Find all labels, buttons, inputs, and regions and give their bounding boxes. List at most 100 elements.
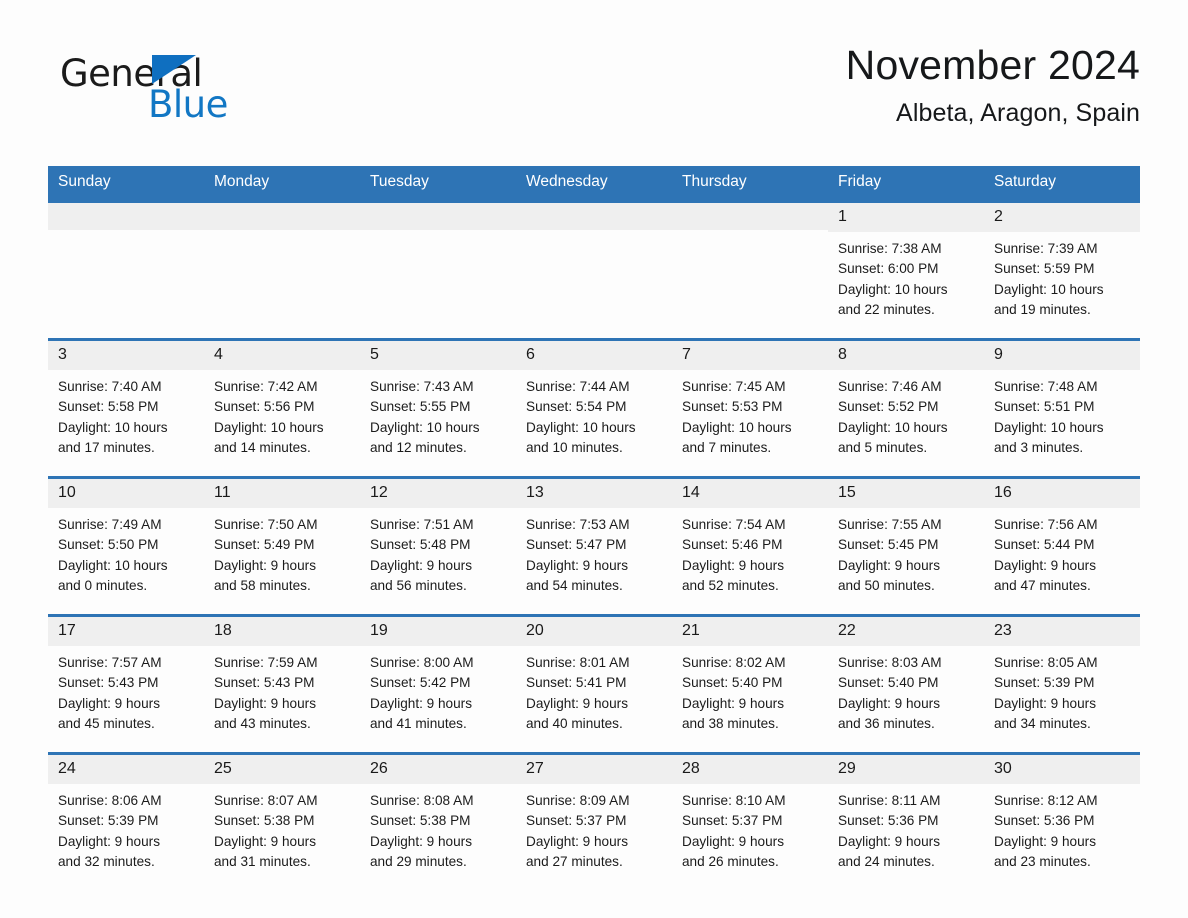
day-details: Sunrise: 7:54 AM Sunset: 5:46 PM Daylight:… — [672, 508, 828, 596]
day-number: 18 — [204, 616, 360, 646]
day-number: 27 — [516, 754, 672, 784]
calendar-day-cell[interactable]: 30 Sunrise: 8:12 AM Sunset: 5:36 PM Dayligh… — [984, 754, 1140, 877]
calendar-day-cell[interactable]: 11 Sunrise: 7:50 AM Sunset: 5:49 PM Dayligh… — [204, 478, 360, 601]
calendar-day-cell[interactable]: 25 Sunrise: 8:07 AM Sunset: 5:38 PM Dayligh… — [204, 754, 360, 877]
day-number: 17 — [48, 616, 204, 646]
calendar-day-cell[interactable]: 5 Sunrise: 7:43 AM Sunset: 5:55 PM Daylight… — [360, 340, 516, 463]
day-details: Sunrise: 7:39 AM Sunset: 5:59 PM Daylight:… — [984, 232, 1140, 320]
day-number: 24 — [48, 754, 204, 784]
day-detail-line: Sunrise: 7:40 AM — [58, 378, 162, 394]
calendar-day-cell[interactable]: 14 Sunrise: 7:54 AM Sunset: 5:46 PM Dayligh… — [672, 478, 828, 601]
calendar-day-cell[interactable]: 8 Sunrise: 7:46 AM Sunset: 5:52 PM Daylight… — [828, 340, 984, 463]
day-number: 1 — [828, 202, 984, 232]
day-detail-line: Sunrise: 8:03 AM — [838, 654, 942, 670]
day-detail-line: Daylight: 9 hours — [370, 695, 473, 711]
general-blue-logo: General Blue — [48, 42, 278, 128]
day-number: 28 — [672, 754, 828, 784]
day-detail-line: Sunrise: 7:56 AM — [994, 516, 1098, 532]
calendar-day-cell[interactable]: 26 Sunrise: 8:08 AM Sunset: 5:38 PM Dayligh… — [360, 754, 516, 877]
day-detail-line: Sunrise: 7:50 AM — [214, 516, 318, 532]
day-number: 14 — [672, 478, 828, 508]
calendar-day-cell[interactable]: 13 Sunrise: 7:53 AM Sunset: 5:47 PM Dayligh… — [516, 478, 672, 601]
day-number — [204, 202, 360, 230]
day-detail-line: Sunrise: 7:48 AM — [994, 378, 1098, 394]
calendar-day-cell[interactable]: 1 Sunrise: 7:38 AM Sunset: 6:00 PM Daylight… — [828, 202, 984, 325]
day-detail-line: Sunrise: 8:00 AM — [370, 654, 474, 670]
day-detail-line: and 31 minutes. — [214, 853, 311, 869]
calendar-day-cell[interactable]: 3 Sunrise: 7:40 AM Sunset: 5:58 PM Daylight… — [48, 340, 204, 463]
calendar-day-cell[interactable]: 22 Sunrise: 8:03 AM Sunset: 5:40 PM Dayligh… — [828, 616, 984, 739]
day-number: 5 — [360, 340, 516, 370]
day-number: 8 — [828, 340, 984, 370]
day-detail-line: and 38 minutes. — [682, 715, 779, 731]
calendar-day-cell[interactable]: 6 Sunrise: 7:44 AM Sunset: 5:54 PM Daylight… — [516, 340, 672, 463]
calendar-day-cell[interactable]: 15 Sunrise: 7:55 AM Sunset: 5:45 PM Dayligh… — [828, 478, 984, 601]
day-details: Sunrise: 7:46 AM Sunset: 5:52 PM Daylight:… — [828, 370, 984, 458]
day-detail-line: Sunrise: 7:44 AM — [526, 378, 630, 394]
day-number: 21 — [672, 616, 828, 646]
day-detail-line: Sunset: 5:38 PM — [214, 813, 315, 829]
page-header: General Blue November 2024 Albeta, Arago… — [48, 0, 1140, 152]
day-detail-line: Sunrise: 7:45 AM — [682, 378, 786, 394]
calendar-day-cell[interactable]: 19 Sunrise: 8:00 AM Sunset: 5:42 PM Dayligh… — [360, 616, 516, 739]
calendar-day-cell[interactable]: 29 Sunrise: 8:11 AM Sunset: 5:36 PM Dayligh… — [828, 754, 984, 877]
day-details: Sunrise: 7:55 AM Sunset: 5:45 PM Daylight:… — [828, 508, 984, 596]
day-details: Sunrise: 7:57 AM Sunset: 5:43 PM Daylight:… — [48, 646, 204, 734]
day-number: 6 — [516, 340, 672, 370]
calendar-day-cell[interactable]: 18 Sunrise: 7:59 AM Sunset: 5:43 PM Dayligh… — [204, 616, 360, 739]
calendar-day-cell[interactable]: 17 Sunrise: 7:57 AM Sunset: 5:43 PM Dayligh… — [48, 616, 204, 739]
day-detail-line: Sunset: 5:46 PM — [682, 537, 783, 553]
day-number: 2 — [984, 202, 1140, 232]
calendar-day-cell[interactable]: 9 Sunrise: 7:48 AM Sunset: 5:51 PM Daylight… — [984, 340, 1140, 463]
day-detail-line: Sunset: 5:38 PM — [370, 813, 471, 829]
calendar-day-cell[interactable]: 16 Sunrise: 7:56 AM Sunset: 5:44 PM Dayligh… — [984, 478, 1140, 601]
calendar-day-cell[interactable]: 23 Sunrise: 8:05 AM Sunset: 5:39 PM Dayligh… — [984, 616, 1140, 739]
day-detail-line: Daylight: 10 hours — [838, 419, 948, 435]
day-detail-line: Sunset: 5:36 PM — [994, 813, 1095, 829]
day-detail-line: Sunset: 5:59 PM — [994, 261, 1095, 277]
day-detail-line: Sunrise: 7:57 AM — [58, 654, 162, 670]
page-title: November 2024 — [845, 42, 1140, 88]
day-detail-line: Sunrise: 8:11 AM — [838, 792, 941, 808]
day-detail-line: Sunrise: 7:42 AM — [214, 378, 318, 394]
logo-text-blue: Blue — [148, 83, 228, 126]
weekday-header-saturday: Saturday — [994, 173, 1057, 190]
day-detail-line: and 27 minutes. — [526, 853, 623, 869]
day-number — [48, 202, 204, 230]
day-details — [48, 230, 204, 237]
day-number: 11 — [204, 478, 360, 508]
day-detail-line: Sunrise: 8:02 AM — [682, 654, 786, 670]
calendar-day-cell[interactable]: 21 Sunrise: 8:02 AM Sunset: 5:40 PM Dayligh… — [672, 616, 828, 739]
calendar-day-cell[interactable]: 4 Sunrise: 7:42 AM Sunset: 5:56 PM Daylight… — [204, 340, 360, 463]
day-detail-line: Sunrise: 7:53 AM — [526, 516, 630, 532]
calendar-day-cell[interactable]: 24 Sunrise: 8:06 AM Sunset: 5:39 PM Dayligh… — [48, 754, 204, 877]
day-number: 7 — [672, 340, 828, 370]
day-detail-line: Sunset: 5:39 PM — [58, 813, 159, 829]
calendar-day-cell[interactable]: 20 Sunrise: 8:01 AM Sunset: 5:41 PM Dayligh… — [516, 616, 672, 739]
calendar-day-cell[interactable]: 2 Sunrise: 7:39 AM Sunset: 5:59 PM Daylight… — [984, 202, 1140, 325]
calendar-day-cell[interactable]: 27 Sunrise: 8:09 AM Sunset: 5:37 PM Dayligh… — [516, 754, 672, 877]
calendar-day-cell[interactable]: 7 Sunrise: 7:45 AM Sunset: 5:53 PM Daylight… — [672, 340, 828, 463]
calendar-day-cell[interactable]: 28 Sunrise: 8:10 AM Sunset: 5:37 PM Dayligh… — [672, 754, 828, 877]
day-detail-line: and 3 minutes. — [994, 439, 1084, 455]
day-detail-line: Daylight: 9 hours — [370, 833, 473, 849]
day-detail-line: and 58 minutes. — [214, 577, 311, 593]
day-details: Sunrise: 7:40 AM Sunset: 5:58 PM Daylight:… — [48, 370, 204, 458]
calendar-day-cell[interactable]: 12 Sunrise: 7:51 AM Sunset: 5:48 PM Dayligh… — [360, 478, 516, 601]
day-detail-line: and 40 minutes. — [526, 715, 623, 731]
day-details: Sunrise: 8:09 AM Sunset: 5:37 PM Daylight:… — [516, 784, 672, 872]
day-details — [516, 230, 672, 237]
day-detail-line: Sunset: 5:52 PM — [838, 399, 939, 415]
day-details: Sunrise: 7:53 AM Sunset: 5:47 PM Daylight:… — [516, 508, 672, 596]
day-detail-line: Sunrise: 8:10 AM — [682, 792, 786, 808]
day-details: Sunrise: 8:05 AM Sunset: 5:39 PM Daylight:… — [984, 646, 1140, 734]
day-number: 16 — [984, 478, 1140, 508]
day-detail-line: and 41 minutes. — [370, 715, 467, 731]
calendar-week-row: 1 Sunrise: 7:38 AM Sunset: 6:00 PM Daylight… — [48, 199, 1140, 325]
location-subtitle: Albeta, Aragon, Spain — [896, 99, 1140, 128]
day-details: Sunrise: 8:07 AM Sunset: 5:38 PM Daylight:… — [204, 784, 360, 872]
calendar-day-cell[interactable]: 10 Sunrise: 7:49 AM Sunset: 5:50 PM Dayligh… — [48, 478, 204, 601]
day-detail-line: Sunset: 5:55 PM — [370, 399, 471, 415]
weekday-header-thursday: Thursday — [682, 173, 747, 190]
weekday-header-monday: Monday — [214, 173, 270, 190]
